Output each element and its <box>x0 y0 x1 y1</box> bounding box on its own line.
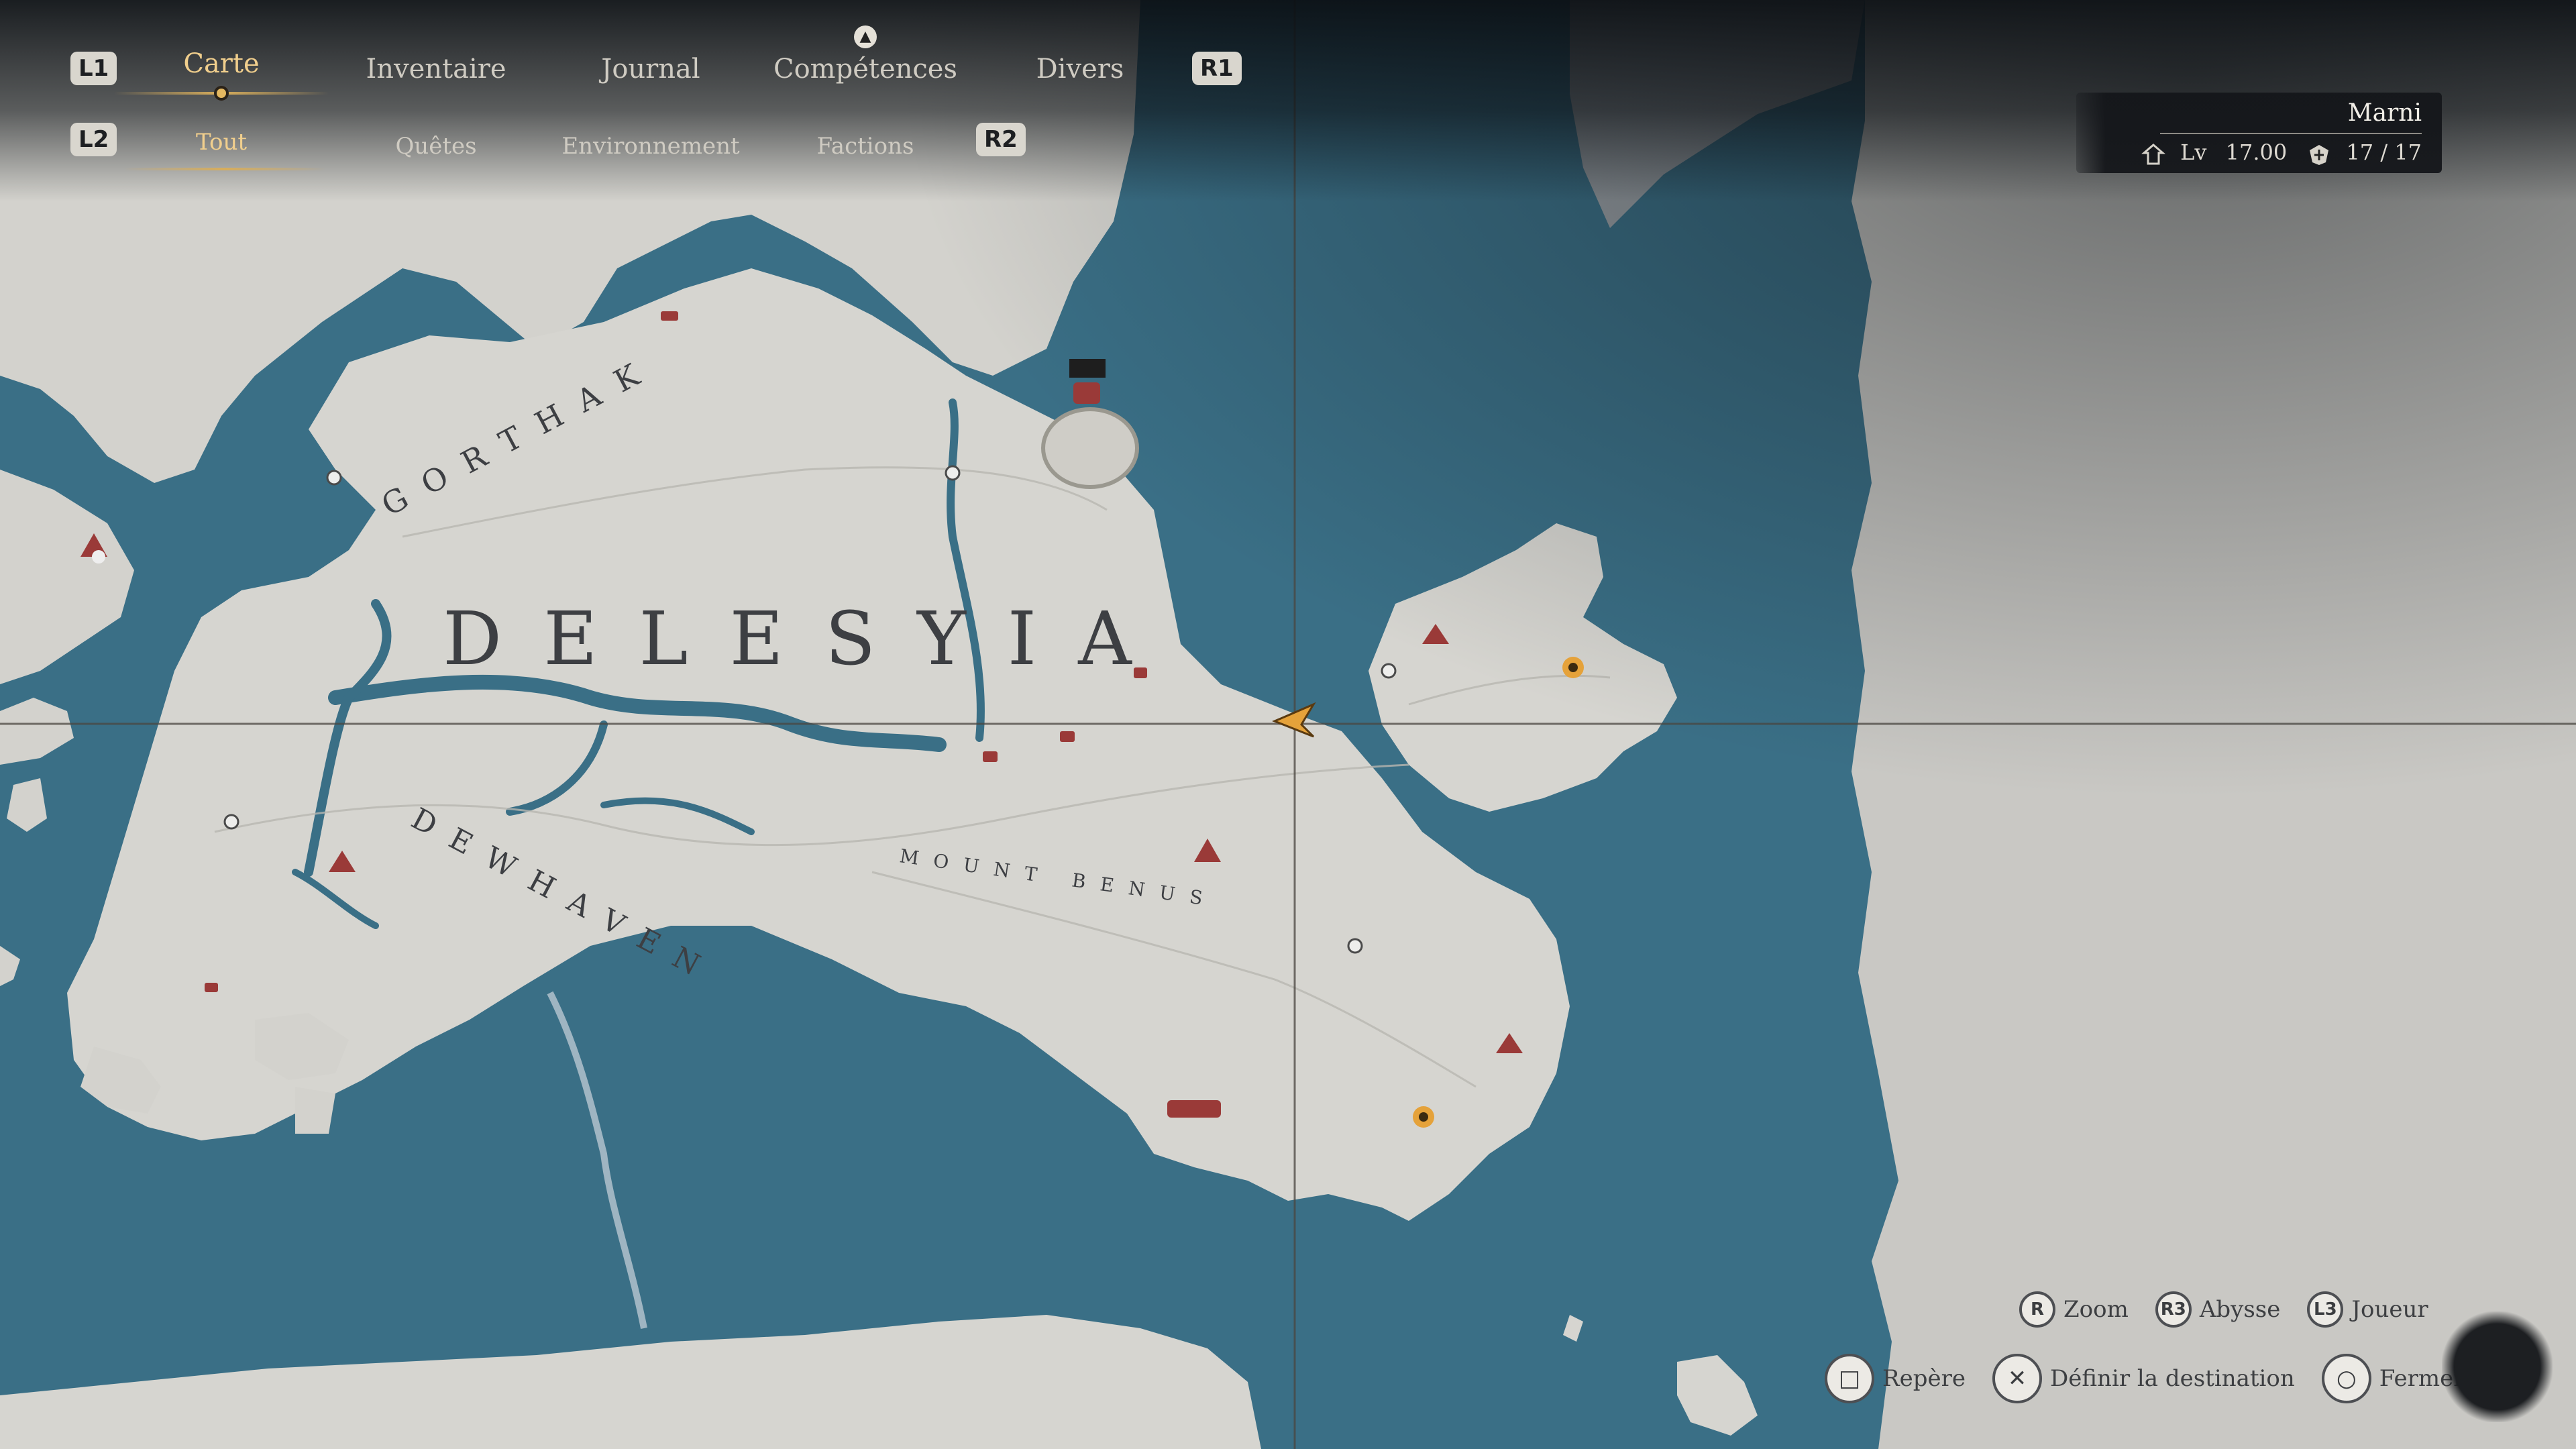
marker-control[interactable]: □ Repère <box>1825 1354 1966 1403</box>
r3-icon: R3 <box>2155 1291 2192 1328</box>
health-icon <box>2310 144 2329 165</box>
camp-marker[interactable] <box>1134 667 1147 678</box>
abyss-label: Abysse <box>2199 1296 2281 1323</box>
player-divider <box>2160 133 2422 134</box>
set-destination-label: Définir la destination <box>2049 1365 2295 1392</box>
control-legend-bottom: □ Repère ✕ Définir la destination ○ Ferm… <box>1825 1354 2465 1403</box>
l3-icon: L3 <box>2307 1291 2344 1328</box>
subtab-tout-underline <box>124 168 325 170</box>
tab-carte[interactable]: Carte <box>183 48 259 79</box>
level-stat: Lv 17.00 <box>2141 140 2287 166</box>
health-value: 17 / 17 <box>2346 140 2422 165</box>
subtab-environnement[interactable]: Environnement <box>561 133 739 160</box>
l2-button[interactable]: L2 <box>70 123 117 156</box>
camp-marker[interactable] <box>983 751 998 762</box>
zoom-label: Zoom <box>2063 1296 2129 1323</box>
settlement-marker[interactable] <box>661 311 678 321</box>
square-button-icon: □ <box>1825 1354 1874 1403</box>
circle-button-icon: ○ <box>2321 1354 2371 1403</box>
subtab-quetes[interactable]: Quêtes <box>395 133 476 160</box>
player-info-panel: Marni Lv 17.00 17 / 17 <box>2076 93 2442 173</box>
level-label: Lv <box>2180 140 2207 165</box>
world-map[interactable]: DELESYIA GORTHAK DEWHAVEN MOUNT BENUS <box>0 0 2576 1449</box>
skill-points-icon: ▲ <box>854 25 877 48</box>
set-destination-control[interactable]: ✕ Définir la destination <box>1992 1354 2295 1403</box>
abyss-control[interactable]: R3 Abysse <box>2155 1291 2281 1328</box>
right-stick-icon: R <box>2019 1291 2055 1328</box>
tab-carte-dot <box>214 86 229 101</box>
settlement-marker[interactable] <box>1073 382 1100 404</box>
subtab-factions[interactable]: Factions <box>817 133 914 160</box>
player-name: Marni <box>2347 99 2422 127</box>
region-label-delesyia: DELESYIA <box>443 596 1173 682</box>
zoom-control[interactable]: R Zoom <box>2019 1291 2129 1328</box>
r2-button[interactable]: R2 <box>976 123 1026 156</box>
r1-button[interactable]: R1 <box>1192 52 1242 85</box>
camp-marker[interactable] <box>1060 731 1075 742</box>
tab-divers[interactable]: Divers <box>1036 54 1124 85</box>
player-stats: Lv 17.00 17 / 17 <box>2141 140 2422 166</box>
subtab-tout[interactable]: Tout <box>196 129 247 156</box>
quest-marker[interactable] <box>1562 657 1584 678</box>
camp-marker[interactable] <box>205 983 218 992</box>
player-control[interactable]: L3 Joueur <box>2307 1291 2428 1328</box>
quest-marker[interactable] <box>1413 1106 1434 1128</box>
tab-inventaire[interactable]: Inventaire <box>366 54 506 85</box>
health-stat: 17 / 17 <box>2307 140 2422 166</box>
level-value: 17.00 <box>2225 140 2288 165</box>
l1-button[interactable]: L1 <box>70 52 117 85</box>
minimap-corner-icon <box>2442 1311 2553 1422</box>
tab-journal[interactable]: Journal <box>601 54 700 85</box>
level-icon <box>2141 143 2165 164</box>
control-legend-top: R Zoom R3 Abysse L3 Joueur <box>2019 1291 2428 1328</box>
marker-label: Repère <box>1882 1365 1966 1392</box>
tab-competences[interactable]: Compétences <box>773 54 957 85</box>
cross-button-icon: ✕ <box>1992 1354 2042 1403</box>
settlement-marker[interactable] <box>1167 1100 1221 1118</box>
player-label: Joueur <box>2351 1296 2428 1323</box>
